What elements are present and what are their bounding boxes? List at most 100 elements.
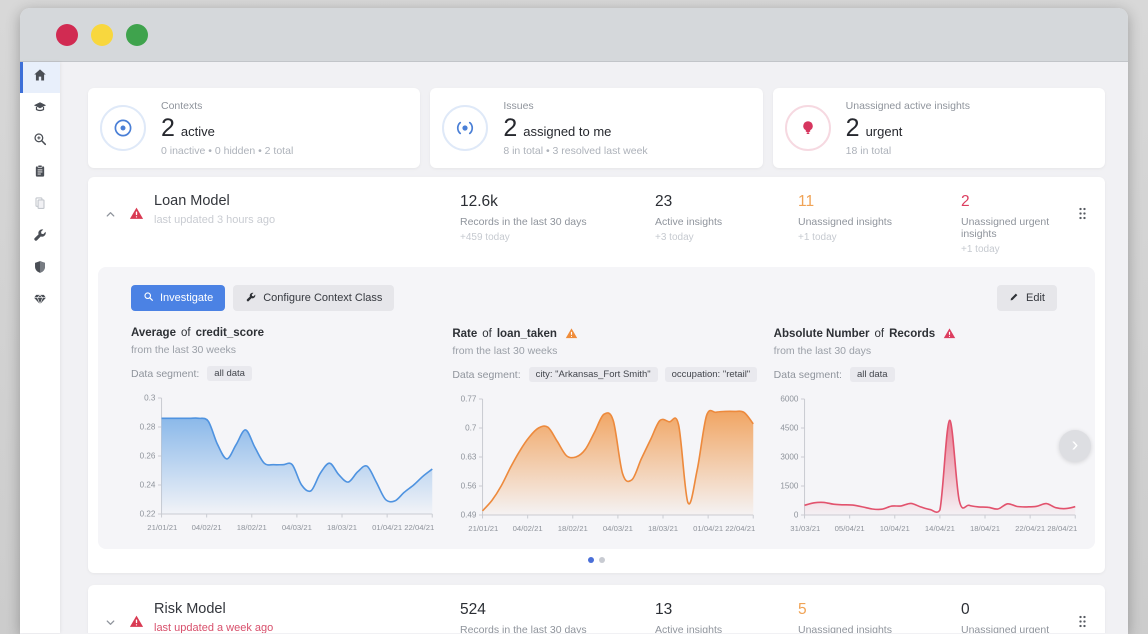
svg-text:0.28: 0.28 — [140, 423, 156, 432]
sidebar-item-insights[interactable] — [20, 286, 60, 317]
issue-icon — [442, 105, 488, 151]
chart-title-connector: of — [181, 327, 191, 339]
zoom-in-icon — [32, 131, 48, 152]
configure-context-class-button[interactable]: Configure Context Class — [233, 285, 394, 311]
data-segment-label: Data segment: — [774, 369, 842, 381]
svg-text:3000: 3000 — [780, 453, 799, 462]
close-window-button[interactable] — [56, 24, 78, 46]
carousel-dot-2[interactable] — [599, 557, 605, 563]
records-chart-block: Absolute Number of Records from the last… — [774, 327, 1079, 541]
stat-urgent-insights-value: 2 — [961, 193, 1074, 211]
records-area-chart[interactable]: 6000450030001500031/03/2105/04/2110/04/2… — [774, 391, 1079, 541]
stat-unassigned-insights-value: 5 — [798, 601, 961, 619]
issues-card-subtext: 8 in total • 3 resolved last week — [503, 145, 647, 157]
svg-text:18/03/21: 18/03/21 — [327, 523, 357, 532]
carousel-next-button[interactable]: › — [1059, 430, 1091, 462]
sidebar-item-configure[interactable] — [20, 222, 60, 253]
issues-card-label: Issues — [503, 100, 647, 112]
configure-button-label: Configure Context Class — [263, 292, 382, 304]
stat-urgent-insights-delta: +1 today — [961, 244, 1074, 255]
svg-text:04/02/21: 04/02/21 — [513, 524, 543, 533]
search-icon — [143, 291, 154, 305]
wrench-icon — [245, 291, 257, 306]
data-segment-chip: all data — [207, 366, 252, 381]
investigate-button[interactable]: Investigate — [131, 285, 225, 311]
stat-active-insights-label: Active insights — [655, 624, 798, 633]
svg-text:14/04/21: 14/04/21 — [925, 524, 955, 533]
contexts-summary-card: Contexts 2 active 0 inactive • 0 hidden … — [88, 88, 420, 168]
data-segment-row: Data segment: city: "Arkansas_Fort Smith… — [452, 366, 757, 383]
data-segment-label: Data segment: — [131, 368, 199, 380]
target-icon — [100, 105, 146, 151]
sidebar-item-investigate[interactable] — [20, 126, 60, 157]
stat-unassigned-insights-label: Unassigned insights — [798, 216, 961, 228]
drag-handle-icon[interactable] — [1074, 615, 1091, 633]
graduation-cap-icon — [32, 99, 48, 120]
collapse-chevron-up-icon[interactable] — [104, 208, 117, 226]
risk-model-panel: Risk Model last updated a week ago 524 R… — [88, 585, 1105, 633]
sidebar-item-notebooks[interactable] — [20, 190, 60, 221]
chart-title-metric: Records — [889, 328, 935, 340]
credit-score-area-chart[interactable]: 0.30.280.260.240.2221/01/2104/02/2118/02… — [131, 390, 436, 540]
home-icon — [32, 67, 48, 88]
issues-card-value: 2 — [503, 114, 517, 143]
app-body: Contexts 2 active 0 inactive • 0 hidden … — [20, 62, 1128, 633]
stat-active-insights: 23 Active insights +3 today — [655, 193, 798, 255]
contexts-card-texts: Contexts 2 active 0 inactive • 0 hidden … — [161, 100, 293, 157]
maximize-window-button[interactable] — [126, 24, 148, 46]
sidebar-item-learn[interactable] — [20, 94, 60, 125]
stat-urgent-insights-label: Unassigned urgent insights — [961, 624, 1074, 633]
gem-icon — [32, 291, 48, 312]
svg-text:18/02/21: 18/02/21 — [237, 523, 267, 532]
risk-model-header: Risk Model last updated a week ago 524 R… — [88, 585, 1105, 633]
data-segment-chip: occupation: "retail" — [665, 367, 758, 382]
minimize-window-button[interactable] — [91, 24, 113, 46]
svg-text:18/04/21: 18/04/21 — [970, 524, 1000, 533]
sidebar-item-security[interactable] — [20, 254, 60, 285]
wrench-icon — [32, 227, 48, 248]
sidebar-item-reports[interactable] — [20, 158, 60, 189]
contexts-card-suffix: active — [181, 124, 215, 139]
loan-taken-area-chart[interactable]: 0.770.70.630.560.4921/01/2104/02/2118/02… — [452, 391, 757, 541]
contexts-card-value: 2 — [161, 114, 175, 143]
expand-chevron-down-icon[interactable] — [104, 616, 117, 633]
loan-model-header: Loan Model last updated 3 hours ago 12.6… — [88, 177, 1105, 267]
svg-text:01/04/21: 01/04/21 — [372, 523, 402, 532]
chart-title: Rate of loan_taken — [452, 327, 757, 340]
risk-model-title-block: Risk Model last updated a week ago — [154, 601, 273, 633]
chart-title-connector: of — [875, 328, 885, 340]
carousel-dot-1[interactable] — [588, 557, 594, 563]
svg-text:22/04/21: 22/04/21 — [1015, 524, 1045, 533]
svg-text:28/04/21: 28/04/21 — [1047, 524, 1077, 533]
data-segment-label: Data segment: — [452, 369, 520, 381]
data-segment-row: Data segment: all data — [131, 365, 436, 382]
contexts-card-label: Contexts — [161, 100, 293, 112]
model-warning-icon — [129, 614, 144, 633]
svg-text:6000: 6000 — [780, 395, 799, 404]
chart-warning-icon — [940, 327, 956, 340]
stat-active-insights-value: 23 — [655, 193, 798, 211]
drag-handle-icon[interactable] — [1074, 207, 1091, 225]
risk-model-stats: 524 Records in the last 30 days 13 Activ… — [460, 601, 1074, 633]
edit-button[interactable]: Edit — [997, 285, 1057, 311]
svg-text:22/04/21: 22/04/21 — [404, 523, 434, 532]
charts-toolbar: Investigate Configure Context Class — [131, 285, 1079, 311]
edit-button-label: Edit — [1026, 292, 1045, 304]
insights-card-texts: Unassigned active insights 2 urgent 18 i… — [846, 100, 970, 157]
stat-active-insights-value: 13 — [655, 601, 798, 619]
svg-text:0.77: 0.77 — [461, 395, 477, 404]
stat-records-label: Records in the last 30 days — [460, 624, 655, 633]
data-segment-row: Data segment: all data — [774, 366, 1079, 383]
svg-text:0.7: 0.7 — [465, 424, 477, 433]
stat-urgent-insights-label: Unassigned urgent insights — [961, 216, 1074, 240]
stat-active-insights: 13 Active insights — [655, 601, 798, 633]
loan-model-panel: Loan Model last updated 3 hours ago 12.6… — [88, 177, 1105, 573]
sidebar-item-home[interactable] — [20, 62, 60, 93]
svg-text:0: 0 — [794, 511, 799, 520]
svg-text:22/04/21: 22/04/21 — [726, 524, 756, 533]
stat-records-delta: +459 today — [460, 232, 655, 243]
stat-active-insights-delta: +3 today — [655, 232, 798, 243]
insights-card-label: Unassigned active insights — [846, 100, 970, 112]
chart-title-connector: of — [482, 328, 492, 340]
model-title: Risk Model — [154, 601, 273, 617]
